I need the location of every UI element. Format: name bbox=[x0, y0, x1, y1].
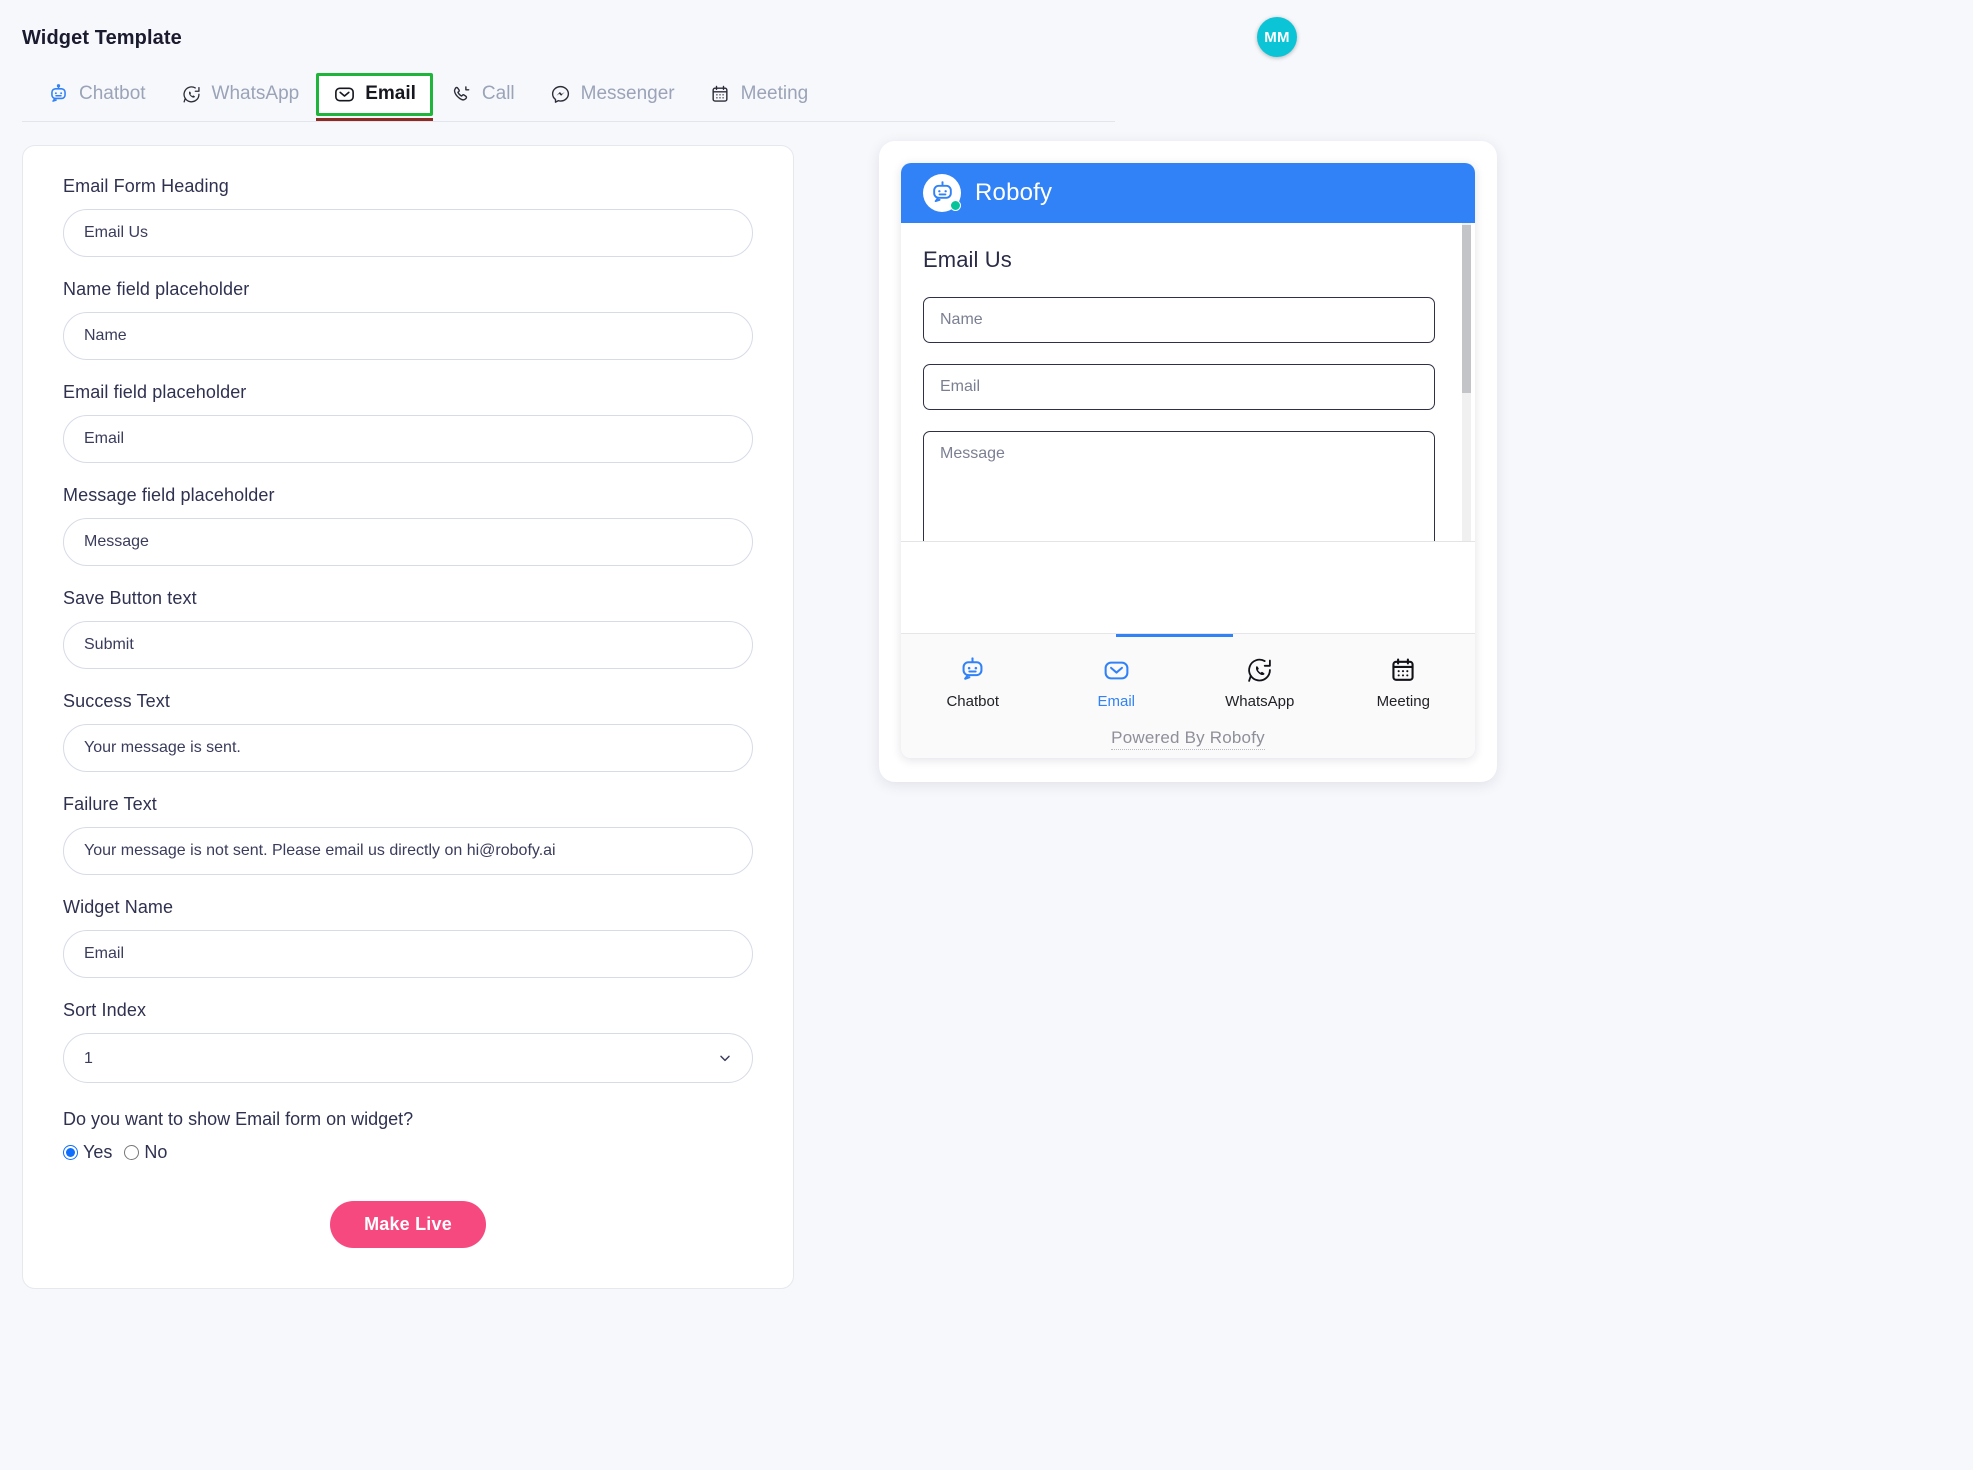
robot-icon bbox=[47, 83, 70, 106]
label-email-form-heading: Email Form Heading bbox=[63, 176, 229, 196]
input-widget-name[interactable] bbox=[63, 930, 753, 978]
field-name-placeholder: Name field placeholder bbox=[63, 279, 753, 360]
label-message-placeholder: Message field placeholder bbox=[63, 485, 275, 505]
calendar-icon bbox=[1389, 654, 1417, 686]
calendar-icon bbox=[709, 83, 732, 106]
chat-widget: Robofy Email Us Name Email Message Chatb… bbox=[901, 163, 1475, 758]
whatsapp-icon bbox=[180, 83, 203, 106]
tab-meeting[interactable]: Meeting bbox=[692, 73, 826, 116]
input-save-button-text[interactable] bbox=[63, 621, 753, 669]
input-failure-text[interactable] bbox=[63, 827, 753, 875]
input-message-placeholder[interactable] bbox=[63, 518, 753, 566]
powered-by-link[interactable]: Powered By Robofy bbox=[1111, 728, 1265, 750]
tab-call[interactable]: Call bbox=[433, 73, 532, 116]
label-sort-index: Sort Index bbox=[63, 1000, 147, 1020]
tab-label-messenger: Messenger bbox=[580, 83, 675, 104]
field-sort-index: Sort Index 123456 bbox=[63, 1000, 753, 1083]
envelope-icon bbox=[1102, 654, 1131, 686]
page-title: Widget Template bbox=[22, 27, 182, 49]
widget-message-input[interactable] bbox=[923, 431, 1435, 541]
field-failure-text: Failure Text bbox=[63, 794, 753, 875]
label-success-text: Success Text bbox=[63, 691, 170, 711]
select-sort-index[interactable]: 123456 bbox=[63, 1033, 753, 1083]
field-success-text: Success Text bbox=[63, 691, 753, 772]
make-live-button[interactable]: Make Live bbox=[330, 1201, 486, 1248]
widget-header: Robofy bbox=[901, 163, 1475, 223]
tab-label-chatbot: Chatbot bbox=[79, 83, 146, 104]
nav-active-indicator bbox=[1116, 634, 1233, 637]
widget-nav-email[interactable]: Email bbox=[1056, 650, 1176, 710]
phone-icon bbox=[450, 83, 473, 106]
tab-email[interactable]: Email bbox=[316, 72, 433, 121]
widget-nav-label-meeting: Meeting bbox=[1376, 693, 1430, 710]
online-status-dot bbox=[950, 200, 961, 211]
input-email-placeholder[interactable] bbox=[63, 415, 753, 463]
tab-chatbot[interactable]: Chatbot bbox=[30, 73, 163, 116]
input-name-placeholder[interactable] bbox=[63, 312, 753, 360]
widget-nav-label-email: Email bbox=[1097, 693, 1135, 710]
radio-no-label: No bbox=[144, 1142, 168, 1162]
widget-name-input[interactable] bbox=[923, 297, 1435, 343]
widget-preview-shell: Robofy Email Us Name Email Message Chatb… bbox=[879, 141, 1497, 782]
main-content: Email Form Heading Name field placeholde… bbox=[0, 122, 1973, 1289]
widget-brand-name: Robofy bbox=[975, 179, 1053, 206]
widget-email-input[interactable] bbox=[923, 364, 1435, 410]
label-show-form-question: Do you want to show Email form on widget… bbox=[63, 1109, 414, 1129]
tab-label-call: Call bbox=[481, 83, 515, 104]
widget-nav-label-chatbot: Chatbot bbox=[946, 693, 1000, 710]
email-settings-card: Email Form Heading Name field placeholde… bbox=[22, 145, 794, 1289]
label-name-placeholder: Name field placeholder bbox=[63, 279, 250, 299]
robot-icon bbox=[958, 654, 987, 686]
input-success-text[interactable] bbox=[63, 724, 753, 772]
input-email-form-heading[interactable] bbox=[63, 209, 753, 257]
messenger-icon bbox=[549, 83, 572, 106]
field-save-button-text: Save Button text bbox=[63, 588, 753, 669]
field-widget-name: Widget Name bbox=[63, 897, 753, 978]
widget-scrollbar-thumb[interactable] bbox=[1462, 225, 1471, 393]
widget-form-heading: Email Us bbox=[923, 247, 1012, 272]
radio-option-no[interactable]: No bbox=[124, 1142, 167, 1163]
avatar[interactable]: MM bbox=[1257, 17, 1297, 57]
widget-nav-whatsapp[interactable]: WhatsApp bbox=[1200, 650, 1320, 710]
envelope-icon bbox=[333, 83, 356, 106]
label-save-button-text: Save Button text bbox=[63, 588, 197, 608]
field-email-placeholder: Email field placeholder bbox=[63, 382, 753, 463]
label-email-placeholder: Email field placeholder bbox=[63, 382, 247, 402]
field-email-form-heading: Email Form Heading bbox=[63, 176, 753, 257]
widget-nav-chatbot[interactable]: Chatbot bbox=[913, 650, 1033, 710]
top-bar: Widget Template MM bbox=[0, 0, 1973, 66]
widget-preview-area: Robofy Email Us Name Email Message Chatb… bbox=[879, 141, 1497, 782]
powered-by-footer: Powered By Robofy bbox=[901, 728, 1475, 750]
radio-option-yes[interactable]: Yes bbox=[63, 1142, 112, 1163]
field-message-placeholder: Message field placeholder bbox=[63, 485, 753, 566]
tab-messenger[interactable]: Messenger bbox=[532, 73, 692, 116]
widget-body-spacer bbox=[901, 541, 1475, 633]
radio-yes-label: Yes bbox=[83, 1142, 113, 1162]
channel-tabs: Chatbot WhatsApp Email Call Messenger Me… bbox=[0, 66, 1973, 122]
widget-nav-meeting[interactable]: Meeting bbox=[1343, 650, 1463, 710]
widget-body: Email Us bbox=[901, 223, 1475, 541]
radio-no-input[interactable] bbox=[124, 1145, 140, 1160]
whatsapp-icon bbox=[1245, 654, 1274, 686]
widget-bottom-nav: Chatbot Email WhatsApp Meeting Powered B… bbox=[901, 633, 1475, 758]
radio-yes-input[interactable] bbox=[63, 1145, 78, 1160]
label-widget-name: Widget Name bbox=[63, 897, 174, 917]
robofy-logo-icon bbox=[923, 174, 961, 212]
radio-group-show-form: Yes No bbox=[63, 1142, 753, 1163]
tab-label-email: Email bbox=[365, 83, 416, 104]
tab-label-meeting: Meeting bbox=[740, 83, 809, 104]
tab-whatsapp[interactable]: WhatsApp bbox=[163, 73, 317, 116]
label-failure-text: Failure Text bbox=[63, 794, 157, 814]
tab-label-whatsapp: WhatsApp bbox=[211, 83, 300, 104]
widget-nav-label-whatsapp: WhatsApp bbox=[1225, 693, 1295, 710]
